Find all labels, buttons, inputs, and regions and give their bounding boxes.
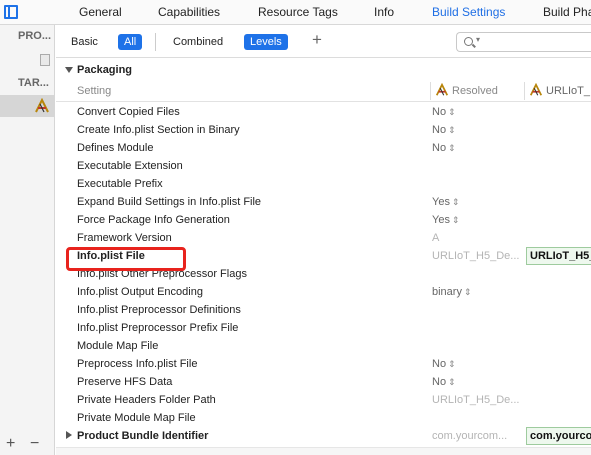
app-target-icon <box>529 83 543 96</box>
stepper-icon: ⇕ <box>448 377 456 387</box>
setting-name: Private Headers Folder Path <box>77 394 216 406</box>
setting-name: Expand Build Settings in Info.plist File <box>77 196 262 208</box>
setting-row[interactable]: Executable Extension <box>56 157 591 175</box>
setting-row-product-bundle-identifier[interactable]: Product Bundle Identifier com.yourcom...… <box>56 427 591 445</box>
setting-value[interactable]: No ⇕ <box>432 106 456 118</box>
build-settings-filter-bar: Basic All Combined Levels + ▾ <box>56 25 591 58</box>
stepper-icon: ⇕ <box>463 287 472 297</box>
setting-name: Module Map File <box>77 340 159 352</box>
setting-row[interactable]: Info.plist Output Encoding binary ⇕ <box>56 283 591 301</box>
filter-all-button[interactable]: All <box>118 34 143 50</box>
setting-name: Private Module Map File <box>77 412 196 424</box>
section-header-packaging[interactable]: Packaging <box>56 62 591 80</box>
tab-build-phases[interactable]: Build Pha <box>543 5 591 19</box>
setting-row[interactable]: Private Module Map File <box>56 409 591 427</box>
target-label: URLIoT_ <box>546 85 591 97</box>
setting-row[interactable]: Convert Copied Files No ⇕ <box>56 103 591 121</box>
setting-name: Create Info.plist Section in Binary <box>77 124 240 136</box>
setting-value[interactable]: Yes ⇕ <box>432 196 460 208</box>
setting-row[interactable]: Force Package Info Generation Yes ⇕ <box>56 211 591 229</box>
section-title: Packaging <box>77 64 133 76</box>
stepper-icon: ⇕ <box>451 197 460 207</box>
setting-name: Preserve HFS Data <box>77 376 173 388</box>
tab-capabilities[interactable]: Capabilities <box>158 5 220 19</box>
setting-name: Preprocess Info.plist File <box>77 358 198 370</box>
target-setting-value[interactable]: com.yourco <box>526 427 591 445</box>
stepper-icon: ⇕ <box>448 125 456 135</box>
annotation-highlight <box>66 247 186 271</box>
setting-name: Convert Copied Files <box>77 106 180 118</box>
filter-divider <box>155 33 156 51</box>
tab-build-settings[interactable]: Build Settings <box>432 5 505 19</box>
setting-row[interactable]: Framework Version A <box>56 229 591 247</box>
navigator-toggle-icon[interactable] <box>4 5 18 19</box>
setting-row[interactable]: Executable Prefix <box>56 175 591 193</box>
app-target-icon <box>435 83 449 96</box>
setting-value[interactable]: URLIoT_H5_De... <box>432 394 519 406</box>
setting-row[interactable]: Private Headers Folder Path URLIoT_H5_De… <box>56 391 591 409</box>
setting-name: Executable Prefix <box>77 178 163 190</box>
setting-row[interactable]: Create Info.plist Section in Binary No ⇕ <box>56 121 591 139</box>
project-file-icon[interactable] <box>40 54 50 66</box>
setting-name: Product Bundle Identifier <box>77 430 209 442</box>
stepper-icon: ⇕ <box>448 143 456 153</box>
setting-value[interactable]: No ⇕ <box>432 376 456 388</box>
tab-resource-tags[interactable]: Resource Tags <box>258 5 338 19</box>
remove-target-icon[interactable]: − <box>30 435 39 453</box>
add-target-icon[interactable]: + <box>6 435 15 453</box>
target-setting-value[interactable]: URLIoT_H5_ <box>526 247 591 265</box>
project-target-sidebar: PRO... TAR... + − <box>0 25 55 455</box>
disclosure-collapsed-icon[interactable] <box>66 431 72 439</box>
filter-levels-button[interactable]: Levels <box>244 34 288 50</box>
sidebar-bottom-bar: + − <box>0 433 54 455</box>
disclosure-expanded-icon[interactable] <box>65 67 73 73</box>
editor-tab-bar: General Capabilities Resource Tags Info … <box>0 0 591 25</box>
setting-row[interactable]: Defines Module No ⇕ <box>56 139 591 157</box>
settings-search-field[interactable]: ▾ <box>456 32 591 52</box>
setting-value[interactable]: No ⇕ <box>432 358 456 370</box>
setting-name: Executable Extension <box>77 160 183 172</box>
tab-general[interactable]: General <box>79 5 122 19</box>
column-header-target: URLIoT_ <box>524 82 590 100</box>
app-target-icon <box>35 98 49 113</box>
setting-row[interactable]: Info.plist Preprocessor Definitions <box>56 301 591 319</box>
search-options-chevron-icon[interactable]: ▾ <box>476 35 480 44</box>
setting-value[interactable]: A <box>432 232 439 244</box>
setting-name: Info.plist Preprocessor Definitions <box>77 304 241 316</box>
setting-value[interactable]: binary ⇕ <box>432 286 472 298</box>
filter-combined-button[interactable]: Combined <box>167 34 229 50</box>
column-header-setting: Setting <box>77 85 112 97</box>
setting-value[interactable]: No ⇕ <box>432 124 456 136</box>
stepper-icon: ⇕ <box>448 107 456 117</box>
stepper-icon: ⇕ <box>448 359 456 369</box>
setting-value[interactable]: No ⇕ <box>432 142 456 154</box>
setting-row[interactable]: Expand Build Settings in Info.plist File… <box>56 193 591 211</box>
column-header-resolved: Resolved <box>430 82 498 100</box>
setting-name: Framework Version <box>77 232 172 244</box>
horizontal-scrollbar[interactable] <box>56 447 591 455</box>
setting-name: Info.plist Output Encoding <box>77 286 203 298</box>
search-icon <box>464 37 473 46</box>
project-section-header: PRO... <box>18 30 52 42</box>
targets-section-header: TAR... <box>18 77 49 89</box>
setting-value[interactable]: Yes ⇕ <box>432 214 460 226</box>
sidebar-item-target[interactable] <box>0 95 54 117</box>
column-header-row: Setting Resolved URLIoT_ <box>56 80 591 102</box>
filter-basic-button[interactable]: Basic <box>65 34 104 50</box>
setting-row[interactable]: Module Map File <box>56 337 591 355</box>
setting-name: Info.plist Preprocessor Prefix File <box>77 322 239 334</box>
setting-value[interactable]: com.yourcom... <box>432 430 507 442</box>
setting-row[interactable]: Info.plist Preprocessor Prefix File <box>56 319 591 337</box>
stepper-icon: ⇕ <box>451 215 460 225</box>
add-setting-icon[interactable]: + <box>312 30 322 50</box>
setting-value[interactable]: URLIoT_H5_De... <box>432 250 519 262</box>
setting-name: Defines Module <box>77 142 154 154</box>
setting-name: Force Package Info Generation <box>77 214 230 226</box>
tab-info[interactable]: Info <box>374 5 394 19</box>
setting-row[interactable]: Preprocess Info.plist File No ⇕ <box>56 355 591 373</box>
setting-row[interactable]: Preserve HFS Data No ⇕ <box>56 373 591 391</box>
resolved-label: Resolved <box>452 85 498 97</box>
